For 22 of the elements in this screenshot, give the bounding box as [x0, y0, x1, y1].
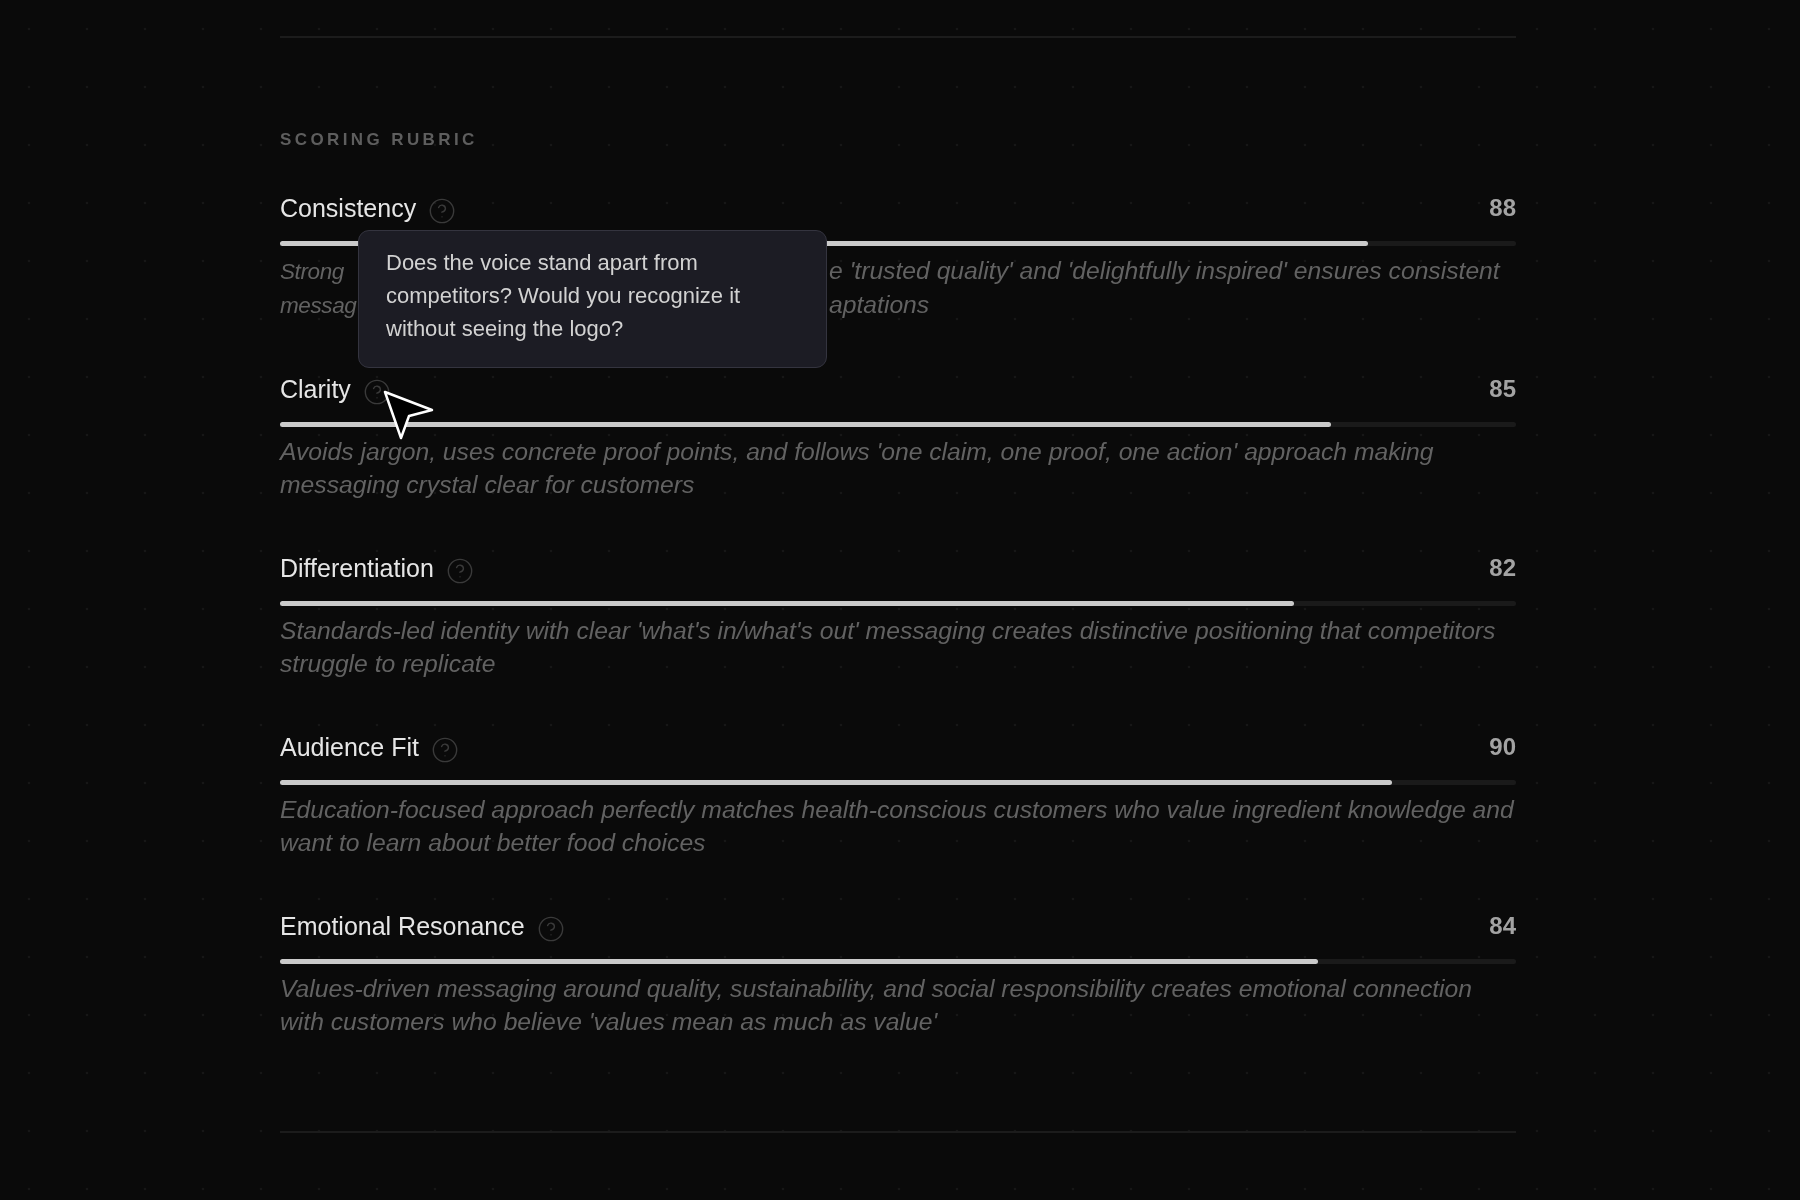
criterion-description: Values-driven messaging around quality, sustainability, and social responsibility creates emotional connection with customers who believe 'values mean as much as value'	[280, 974, 1474, 1037]
cursor-icon	[383, 390, 435, 440]
criterion-score: 90	[1489, 732, 1516, 762]
criterion-score: 85	[1489, 374, 1516, 404]
criterion-description: Strong	[280, 259, 344, 284]
criterion-score: 88	[1489, 193, 1516, 223]
criterion-description: messag	[280, 293, 357, 318]
help-icon[interactable]	[362, 378, 391, 406]
tooltip: Does the voice stand apart from competitors? Would you recognize it without seeing the logo?	[358, 230, 827, 368]
criterion-name: Differentiation	[280, 553, 434, 584]
criterion-description: Education-focused approach perfectly matches health-conscious customers who value ingredient knowledge and want to learn about better food choices	[280, 795, 1516, 858]
criterion-name: Clarity	[280, 374, 351, 405]
criterion-description: Avoids jargon, uses concrete proof points, and follows 'one claim, one proof, one action' approach making messaging crystal clear for customers	[280, 437, 1435, 500]
criterion-description: Standards-led identity with clear 'what's in/what's out' messaging creates distinctive positioning that competitors struggle to replicate	[280, 616, 1497, 679]
criterion-score: 82	[1489, 553, 1516, 583]
criterion-description: aptations	[829, 290, 930, 320]
criterion-name: Emotional Resonance	[280, 911, 525, 942]
criterion-score: 84	[1489, 911, 1516, 941]
criterion-name: Audience Fit	[280, 732, 419, 763]
criterion-name: Consistency	[280, 193, 417, 224]
criterion-description: e 'trusted quality' and 'delightfully inspired' ensures consistent	[829, 256, 1500, 286]
section-heading: SCORING RUBRIC	[280, 129, 479, 151]
